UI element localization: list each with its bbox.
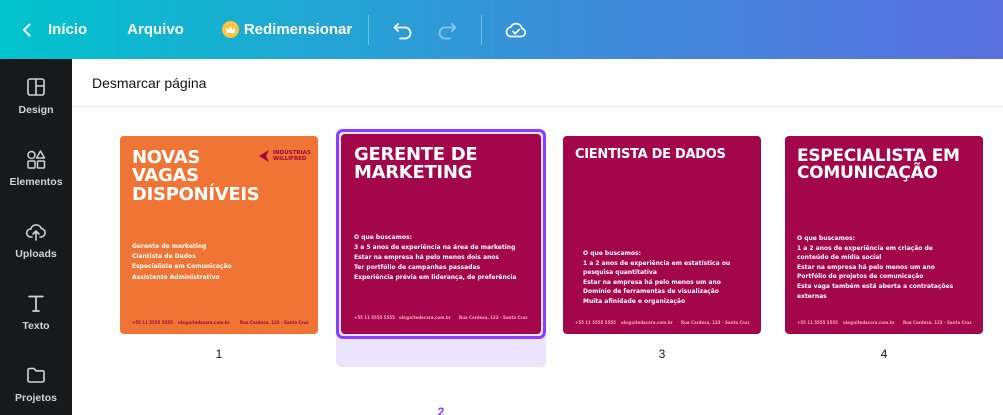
redo-icon xyxy=(438,22,457,39)
sidebar-item-label: Uploads xyxy=(15,248,57,260)
page-title: ESPECIALISTA EM COMUNICAÇÃO xyxy=(797,146,960,184)
list-item: 1 a 2 anos de experiência em estatística… xyxy=(583,259,731,277)
footer-phone: +55 11 5555 5555 xyxy=(797,320,838,325)
page-thumbnail-1[interactable]: NOVAS VAGAS DISPONÍVEIS INDÚSTRIAS WILLI… xyxy=(120,136,320,366)
cloud-check-icon xyxy=(505,22,527,37)
footer-address: Rua Cardosa, 123 - Santa Cruz xyxy=(903,320,972,325)
company-logo: INDÚSTRIAS WILLIFRED xyxy=(259,150,313,163)
list-item: Portfólio de projetos de comunicação xyxy=(797,273,924,281)
job-list: Gerente de marketing Cientista de Dados … xyxy=(132,242,282,283)
page-number: 4 xyxy=(880,347,888,361)
sidebar-item-text[interactable]: Texto xyxy=(0,292,72,352)
company-logo-text: INDÚSTRIAS WILLIFRED xyxy=(273,150,311,163)
layout-icon xyxy=(27,78,45,96)
resize-label: Redimensionar xyxy=(243,21,353,38)
requirements-list: O que buscamos: 1 a 2 anos de experiênci… xyxy=(583,249,743,307)
sidebar-item-label: Projetos xyxy=(14,392,57,404)
toolbar-divider xyxy=(368,14,370,45)
list-item: Estar na empresa há pelo menos dois anos xyxy=(354,253,499,261)
footer-address: Rua Cardosa, 123 - Santa Cruz xyxy=(681,320,750,325)
logo-mark-icon xyxy=(259,150,269,163)
sidebar-item-projects[interactable]: Projetos xyxy=(0,364,72,415)
home-button[interactable]: Início xyxy=(20,0,87,59)
footer-phone: +55 11 5555 5555 xyxy=(575,320,616,325)
list-item: O que buscamos: xyxy=(583,250,642,257)
cloud-upload-icon xyxy=(25,224,46,241)
list-item: O que buscamos: xyxy=(797,235,856,242)
footer-email: ola@sitedacara.com.br xyxy=(621,320,673,325)
footer-email: ola@sitedacara.com.br xyxy=(178,320,230,325)
list-item: Especialista em Comunicação xyxy=(132,263,232,271)
sidebar-item-design[interactable]: Design xyxy=(0,76,72,136)
page-thumbnail-2[interactable]: GERENTE DE MARKETING O que buscamos: 3 a… xyxy=(336,129,547,415)
footer-phone: +55 11 5555 5555 xyxy=(132,320,173,325)
list-item: Ter portfólio de campanhas passadas xyxy=(354,263,481,271)
sidebar-item-uploads[interactable]: Uploads xyxy=(0,220,72,280)
list-item: 1 a 2 anos de experiência em criação de … xyxy=(797,244,933,262)
grid-header: Desmarcar página xyxy=(72,59,1003,107)
save-status-button[interactable] xyxy=(498,12,534,48)
sidebar-item-elements[interactable]: Elementos xyxy=(0,148,72,208)
page-title: GERENTE DE MARKETING xyxy=(354,144,478,184)
home-label: Início xyxy=(48,21,88,38)
chevron-left-icon xyxy=(23,23,31,36)
shapes-icon xyxy=(27,150,46,169)
sidebar-item-label: Design xyxy=(18,104,54,116)
footer-address: Rua Cardosa, 123 - Santa Cruz xyxy=(240,320,309,325)
list-item: Muita afinidade e organização xyxy=(583,297,686,305)
page-canvas: GERENTE DE MARKETING O que buscamos: 3 a… xyxy=(341,134,541,334)
folder-icon xyxy=(27,367,45,383)
page-title: NOVAS VAGAS DISPONÍVEIS xyxy=(132,147,260,205)
requirements-list: O que buscamos: 3 a 5 anos de experiênci… xyxy=(354,233,519,282)
footer-address: Rua Cardosa, 123 - Santa Cruz xyxy=(459,315,528,320)
footer-email: ola@sitedacara.com.br xyxy=(843,320,895,325)
resize-button[interactable]: Redimensionar xyxy=(221,0,353,59)
page-title: CIENTISTA DE DADOS xyxy=(575,147,726,162)
requirements-list: O que buscamos: 1 a 2 anos de experiênci… xyxy=(797,234,962,301)
footer-phone: +55 11 5555 5555 xyxy=(354,315,395,320)
page-number: 2 xyxy=(437,405,445,415)
list-item: Experiência prévia em liderança, de pref… xyxy=(354,273,517,281)
top-toolbar: Início Arquivo Redimensionar xyxy=(0,0,1003,59)
toolbar-divider xyxy=(481,14,483,45)
page-canvas: ESPECIALISTA EM COMUNICAÇÃO O que buscam… xyxy=(785,136,983,334)
undo-icon xyxy=(393,22,412,39)
page-number: 3 xyxy=(658,347,666,361)
crown-icon xyxy=(221,21,239,38)
page-grid-view: Desmarcar página NOVAS VAGAS DISPONÍVEIS… xyxy=(72,59,1003,415)
page-canvas: NOVAS VAGAS DISPONÍVEIS INDÚSTRIAS WILLI… xyxy=(120,136,318,334)
file-label: Arquivo xyxy=(127,21,184,38)
list-item: Estar na empresa há pelo menos um ano xyxy=(797,263,935,271)
page-number: 1 xyxy=(215,347,223,361)
sidebar-item-label: Elementos xyxy=(9,176,63,188)
list-item: Gerente de marketing xyxy=(132,243,207,250)
sidebar-item-label: Texto xyxy=(22,320,50,332)
footer-email: ola@sitedacara.com.br xyxy=(399,315,451,320)
deselect-page-button[interactable]: Desmarcar página xyxy=(92,75,206,91)
text-icon xyxy=(28,295,44,312)
list-item: 3 a 5 anos de experiência na área de mar… xyxy=(354,243,516,251)
undo-button[interactable] xyxy=(385,12,421,48)
list-item: Cientista de Dados xyxy=(132,253,196,261)
list-item: Domínio de ferramentas de visualização xyxy=(583,288,719,296)
side-panel: Design Elementos Uploads Texto Projetos xyxy=(0,59,72,415)
list-item: O que buscamos: xyxy=(354,234,413,241)
list-item: Estar na empresa há pelo menos um ano xyxy=(583,278,721,286)
page-thumbnail-4[interactable]: ESPECIALISTA EM COMUNICAÇÃO O que buscam… xyxy=(785,136,985,366)
page-canvas: CIENTISTA DE DADOS O que buscamos: 1 a 2… xyxy=(563,136,761,334)
list-item: Esta vaga também está aberta a contrataç… xyxy=(797,282,954,300)
list-item: Assistente Administrativo xyxy=(132,273,220,281)
page-thumbnail-3[interactable]: CIENTISTA DE DADOS O que buscamos: 1 a 2… xyxy=(563,136,763,366)
redo-button[interactable] xyxy=(429,12,465,48)
file-menu-button[interactable]: Arquivo xyxy=(127,0,184,59)
